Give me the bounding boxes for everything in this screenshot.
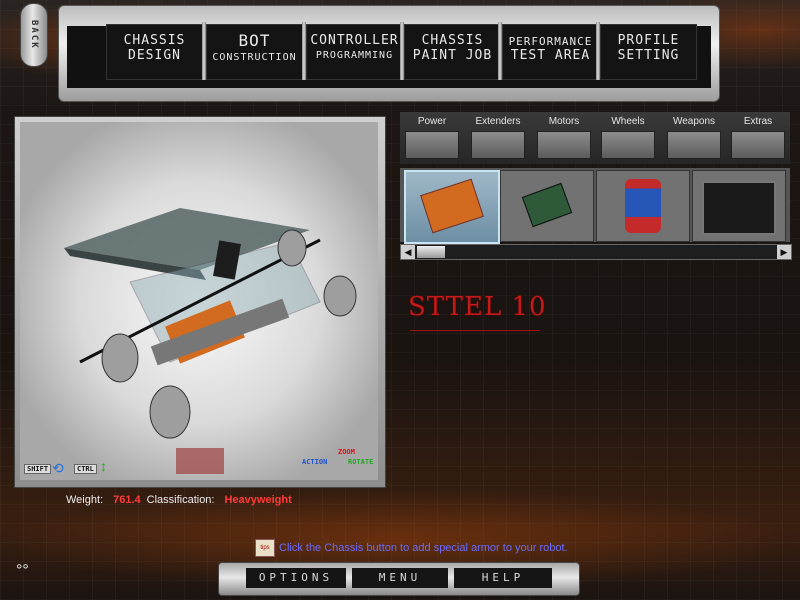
category-power[interactable]: Power — [400, 112, 464, 164]
rotate-hint: ROTATE — [348, 458, 374, 466]
menu-controller-programming[interactable]: CONTROLLER PROGRAMMING — [306, 24, 403, 80]
motor-icon — [537, 131, 591, 159]
menu-label: PROGRAMMING — [315, 50, 394, 61]
item-scrollbar[interactable]: ◀ ▶ — [400, 244, 792, 260]
category-label: Power — [417, 116, 447, 127]
menu-label: CHASSIS — [123, 33, 186, 48]
weight-value: 761.4 — [113, 494, 141, 506]
menu-chassis-paint-job[interactable]: CHASSIS PAINT JOB — [404, 24, 501, 80]
wheel-icon — [601, 131, 655, 159]
weight-label: Weight: — [66, 494, 104, 506]
category-wheels[interactable]: Wheels — [596, 112, 660, 164]
menu-label: BOT — [238, 31, 271, 50]
category-label: Wheels — [611, 116, 645, 127]
tips-icon: tips — [255, 539, 275, 557]
robot-model[interactable] — [20, 122, 378, 480]
part-item-armor-plate[interactable] — [404, 170, 500, 244]
shift-key-hint: SHIFT — [24, 464, 52, 474]
circuit-board-icon — [521, 182, 573, 228]
part-item-strip — [400, 168, 790, 244]
menu-profile-setting[interactable]: PROFILE SETTING — [600, 24, 697, 80]
action-hint: ACTION — [302, 458, 328, 466]
category-label: Extras — [743, 116, 773, 127]
menu-label: PROFILE — [617, 33, 680, 48]
selected-part-name: STTEL 10 — [408, 292, 547, 322]
ctrl-key-hint: CTRL — [74, 464, 97, 474]
armor-plate-icon — [420, 178, 484, 234]
category-label: Extenders — [475, 116, 521, 127]
category-label: Weapons — [672, 116, 716, 127]
category-extenders[interactable]: Extenders — [466, 112, 530, 164]
category-motors[interactable]: Motors — [532, 112, 596, 164]
armor-drop-zone[interactable] — [176, 448, 224, 474]
battery-icon — [405, 131, 459, 159]
back-label: BACK — [29, 20, 39, 50]
vertical-arrow-icon: ↕ — [100, 458, 107, 474]
menu-label: SETTING — [617, 48, 680, 63]
battery-box-icon — [702, 181, 776, 235]
options-button[interactable]: OPTIONS — [246, 568, 346, 588]
menu-chassis-design[interactable]: CHASSIS DESIGN — [106, 24, 203, 80]
classification-value: Heavyweight — [224, 494, 292, 506]
scroll-thumb[interactable] — [417, 246, 445, 258]
category-weapons[interactable]: Weapons — [662, 112, 726, 164]
scroll-right-button[interactable]: ▶ — [777, 245, 791, 259]
menu-label: TEST AREA — [510, 48, 591, 63]
menu-button[interactable]: MENU — [352, 568, 448, 588]
menu-label: CONTROLLER — [310, 33, 399, 48]
canister-icon — [625, 179, 661, 233]
menu-label: PAINT JOB — [412, 48, 493, 63]
part-item-circuit-board[interactable] — [500, 170, 594, 242]
extender-bar-icon — [471, 131, 525, 159]
robot-stats: Weight: 761.4 Classification: Heavyweight — [66, 494, 298, 506]
menu-label: CONSTRUCTION — [212, 52, 297, 63]
zoom-hint: ZOOM — [338, 448, 355, 456]
tip-bar: tips Click the Chassis button to add spe… — [255, 539, 568, 557]
part-category-bar: Power Extenders Motors Wheels Weapons Ex… — [400, 112, 790, 164]
back-button[interactable]: BACK — [20, 3, 48, 67]
tip-text: Click the Chassis button to add special … — [279, 542, 568, 554]
help-button[interactable]: HELP — [454, 568, 552, 588]
scroll-left-button[interactable]: ◀ — [401, 245, 415, 259]
rotate-icon: ⟲ — [52, 460, 64, 476]
menu-label: CHASSIS — [421, 33, 484, 48]
hazard-stripes-icon — [731, 131, 785, 159]
part-name-underline — [410, 330, 540, 331]
category-label: Motors — [548, 116, 580, 127]
menu-label: PERFORMANCE — [508, 35, 593, 48]
part-item-battery-box[interactable] — [692, 170, 786, 242]
classification-label: Classification: — [146, 494, 215, 506]
weapon-icon — [667, 131, 721, 159]
gear-icon: °° — [16, 562, 29, 579]
part-item-canister[interactable] — [596, 170, 690, 242]
menu-bot-construction[interactable]: BOT CONSTRUCTION — [206, 24, 303, 80]
category-extras[interactable]: Extras — [726, 112, 790, 164]
menu-performance-test-area[interactable]: PERFORMANCE TEST AREA — [502, 24, 599, 80]
robot-viewport[interactable]: SHIFT ⟲ CTRL ↕ ZOOM ACTION ROTATE — [20, 122, 378, 480]
menu-label: DESIGN — [128, 48, 181, 63]
